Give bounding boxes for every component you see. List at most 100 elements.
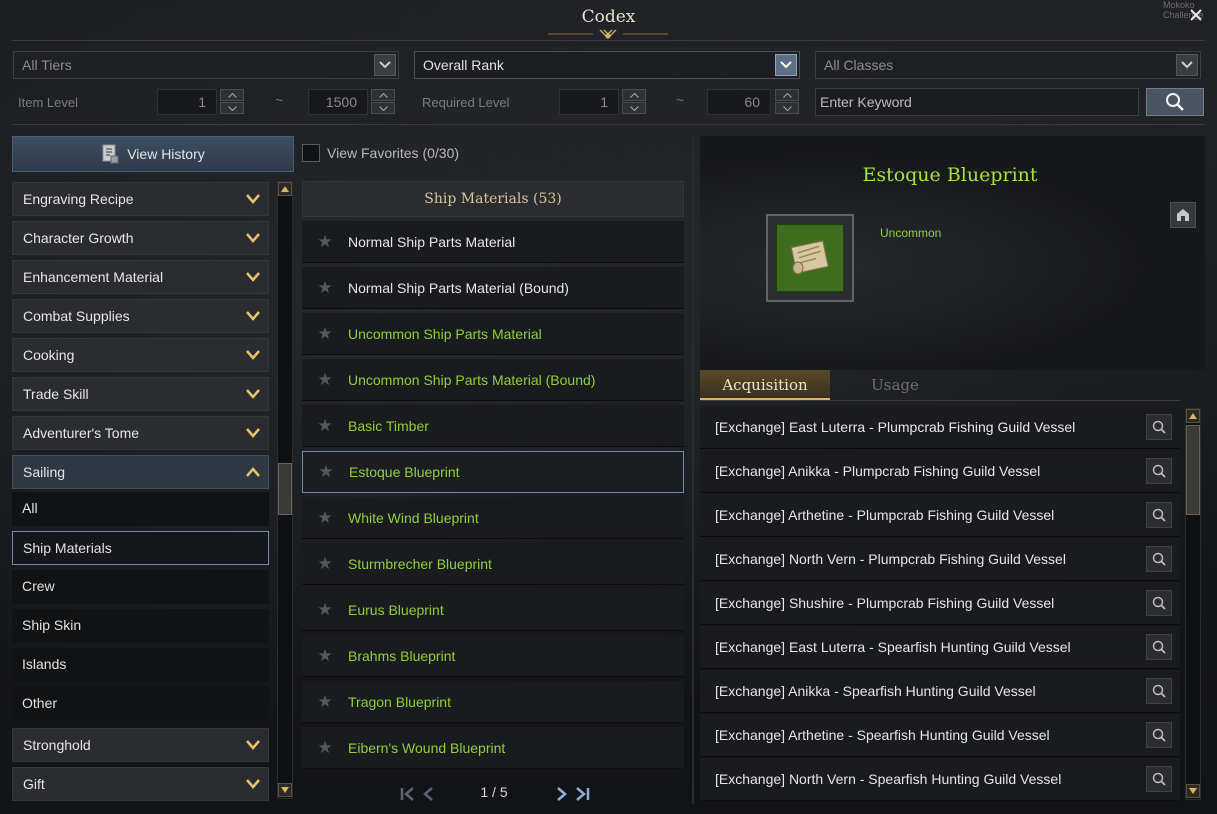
category-adventurer-s-tome[interactable]: Adventurer's Tome	[12, 416, 269, 450]
chevron-down-icon	[782, 105, 792, 111]
item-level-min-stepper[interactable]	[220, 89, 246, 115]
acquisition-row: [Exchange] East Luterra - Spearfish Hunt…	[700, 626, 1180, 669]
subcategory-crew[interactable]: Crew	[12, 570, 269, 604]
subcategory-ship-materials[interactable]: Ship Materials	[12, 531, 269, 565]
decrement-button[interactable]	[371, 102, 395, 114]
item-row[interactable]: ★ Brahms Blueprint	[302, 635, 684, 677]
subcategory-islands[interactable]: Islands	[12, 648, 269, 682]
item-row[interactable]: ★ Basic Timber	[302, 405, 684, 447]
item-row[interactable]: ★ Normal Ship Parts Material (Bound)	[302, 267, 684, 309]
category-engraving-recipe[interactable]: Engraving Recipe	[12, 182, 269, 216]
scroll-up-button[interactable]	[278, 182, 292, 196]
item-row[interactable]: ★ White Wind Blueprint	[302, 497, 684, 539]
locate-button[interactable]	[1146, 414, 1172, 440]
search-button[interactable]	[1146, 88, 1204, 116]
chevron-down-icon	[246, 194, 260, 204]
category-cooking[interactable]: Cooking	[12, 338, 269, 372]
tier-dropdown[interactable]: All Tiers	[13, 51, 399, 79]
close-button[interactable]	[1183, 4, 1209, 28]
item-row[interactable]: ★ Eibern's Wound Blueprint	[302, 727, 684, 769]
first-page-button[interactable]	[398, 785, 418, 803]
increment-button[interactable]	[220, 89, 244, 101]
classes-dropdown[interactable]: All Classes	[815, 51, 1201, 79]
decrement-button[interactable]	[220, 102, 244, 114]
item-name: Uncommon Ship Parts Material	[348, 325, 542, 342]
item-row[interactable]: ★ Uncommon Ship Parts Material	[302, 313, 684, 355]
favorite-star-icon[interactable]: ★	[302, 324, 348, 344]
category-scroll-thumb[interactable]	[278, 463, 292, 515]
location-button[interactable]	[1170, 202, 1196, 228]
category-trade-skill[interactable]: Trade Skill	[12, 377, 269, 411]
acquisition-row: [Exchange] North Vern - Spearfish Huntin…	[700, 758, 1180, 801]
triangle-up-icon	[281, 186, 289, 192]
required-level-min-stepper[interactable]	[622, 89, 648, 115]
scroll-up-button[interactable]	[1186, 409, 1200, 423]
subcategory-other[interactable]: Other	[12, 687, 269, 721]
range-separator: ~	[676, 92, 685, 108]
item-row[interactable]: ★ Estoque Blueprint	[302, 451, 684, 493]
required-level-min-input[interactable]: 1	[559, 89, 619, 115]
view-history-button[interactable]: View History	[12, 136, 294, 172]
category-sailing[interactable]: Sailing	[12, 455, 269, 489]
category-stronghold[interactable]: Stronghold	[12, 728, 269, 762]
item-row[interactable]: ★ Sturmbrecher Blueprint	[302, 543, 684, 585]
locate-button[interactable]	[1146, 634, 1172, 660]
favorite-star-icon[interactable]: ★	[302, 416, 348, 436]
favorite-star-icon[interactable]: ★	[302, 646, 348, 666]
item-row[interactable]: ★ Normal Ship Parts Material	[302, 221, 684, 263]
favorite-star-icon[interactable]: ★	[302, 692, 348, 712]
keyword-search-input[interactable]: Enter Keyword	[815, 88, 1139, 116]
category-gift[interactable]: Gift	[12, 767, 269, 801]
locate-button[interactable]	[1146, 590, 1172, 616]
item-level-max-stepper[interactable]	[371, 89, 397, 115]
subcategory-ship-skin[interactable]: Ship Skin	[12, 609, 269, 643]
locate-button[interactable]	[1146, 678, 1172, 704]
favorite-star-icon[interactable]: ★	[303, 462, 349, 482]
increment-button[interactable]	[622, 89, 646, 101]
next-page-button[interactable]	[552, 785, 572, 803]
item-level-min-input[interactable]: 1	[157, 89, 217, 115]
increment-button[interactable]	[775, 89, 799, 101]
favorite-star-icon[interactable]: ★	[302, 232, 348, 252]
category-combat-supplies[interactable]: Combat Supplies	[12, 299, 269, 333]
subcategory-all[interactable]: All	[12, 492, 269, 526]
last-page-button[interactable]	[572, 785, 592, 803]
chevron-down-icon	[246, 272, 260, 282]
locate-button[interactable]	[1146, 722, 1172, 748]
item-row[interactable]: ★ Eurus Blueprint	[302, 589, 684, 631]
scroll-down-button[interactable]	[1186, 784, 1200, 798]
category-label: Combat Supplies	[23, 308, 130, 324]
favorite-star-icon[interactable]: ★	[302, 278, 348, 298]
favorite-star-icon[interactable]: ★	[302, 600, 348, 620]
locate-button[interactable]	[1146, 458, 1172, 484]
scroll-down-button[interactable]	[278, 783, 292, 797]
tab-divider	[700, 400, 1180, 401]
favorite-star-icon[interactable]: ★	[302, 508, 348, 528]
favorites-label: View Favorites (0/30)	[327, 145, 460, 161]
item-row[interactable]: ★ Tragon Blueprint	[302, 681, 684, 723]
increment-button[interactable]	[371, 89, 395, 101]
item-row[interactable]: ★ Uncommon Ship Parts Material (Bound)	[302, 359, 684, 401]
locate-button[interactable]	[1146, 546, 1172, 572]
favorite-star-icon[interactable]: ★	[302, 554, 348, 574]
rank-dropdown[interactable]: Overall Rank	[414, 51, 800, 79]
chevron-down-icon	[246, 233, 260, 243]
favorite-star-icon[interactable]: ★	[302, 370, 348, 390]
acquisition-scroll-thumb[interactable]	[1186, 425, 1200, 515]
category-enhancement-material[interactable]: Enhancement Material	[12, 260, 269, 294]
tab-usage[interactable]: Usage	[830, 370, 960, 400]
pager-next-group	[552, 783, 592, 805]
acquisition-row: [Exchange] Arthetine - Plumpcrab Fishing…	[700, 494, 1180, 537]
favorites-checkbox[interactable]	[302, 144, 320, 162]
tab-acquisition[interactable]: Acquisition	[700, 370, 830, 400]
locate-button[interactable]	[1146, 502, 1172, 528]
favorite-star-icon[interactable]: ★	[302, 738, 348, 758]
decrement-button[interactable]	[622, 102, 646, 114]
locate-button[interactable]	[1146, 766, 1172, 792]
required-level-max-stepper[interactable]	[775, 89, 801, 115]
category-character-growth[interactable]: Character Growth	[12, 221, 269, 255]
required-level-max-input[interactable]: 60	[707, 89, 771, 115]
decrement-button[interactable]	[775, 102, 799, 114]
prev-page-button[interactable]	[418, 785, 438, 803]
item-level-max-input[interactable]: 1500	[308, 89, 368, 115]
